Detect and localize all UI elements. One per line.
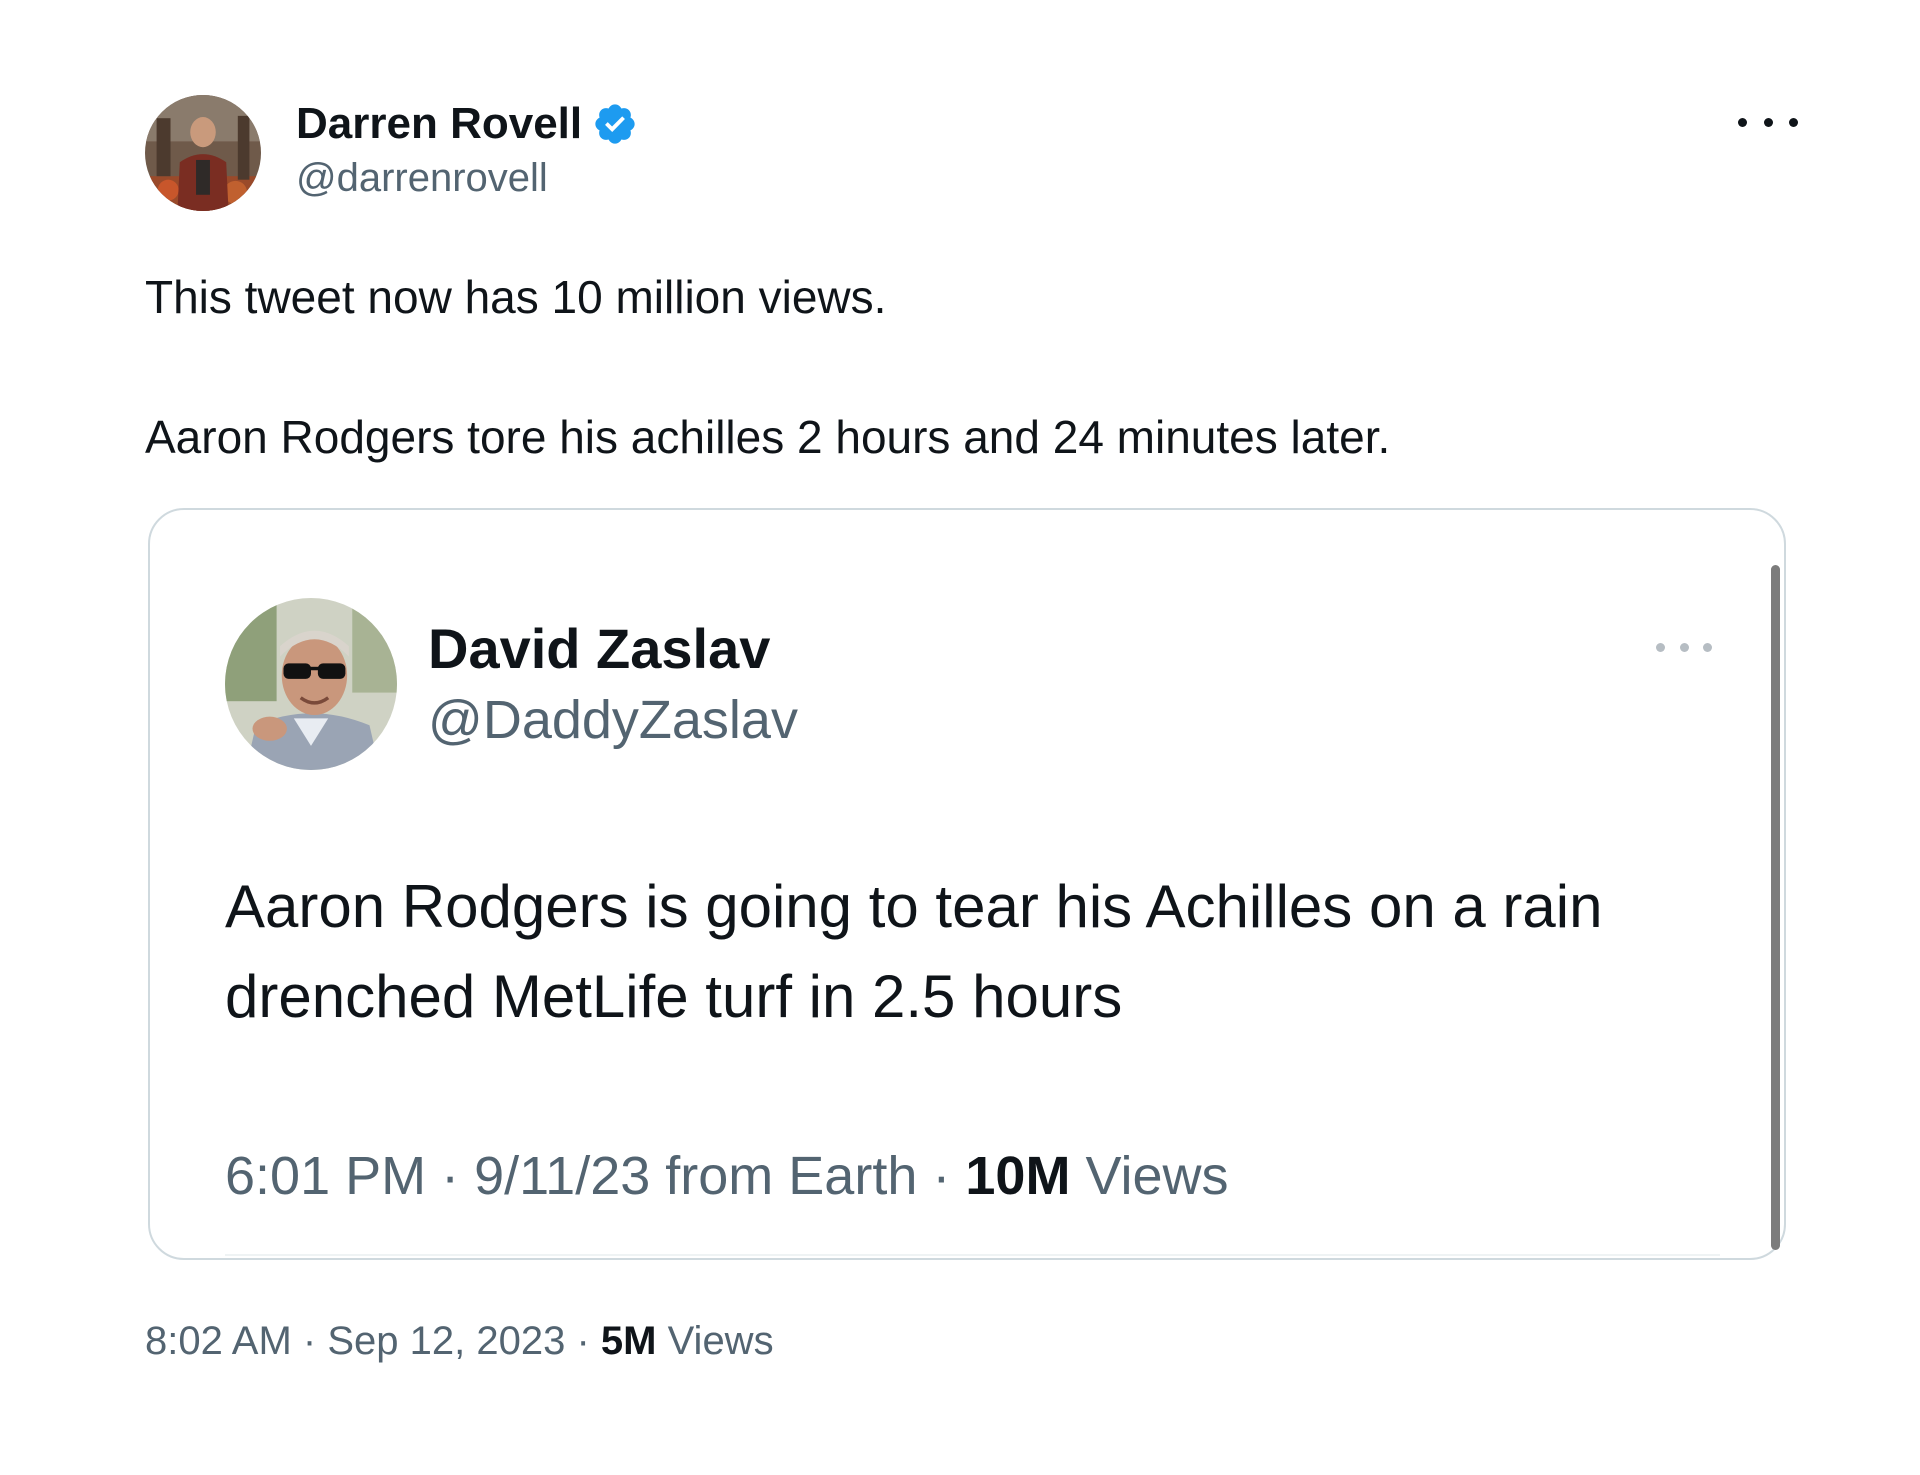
quoted-divider bbox=[225, 1254, 1720, 1256]
tweet-text-line: This tweet now has 10 million views. bbox=[145, 271, 887, 323]
quoted-author-display-name[interactable]: David Zaslav bbox=[428, 618, 770, 680]
views-label[interactable]: Views bbox=[668, 1319, 774, 1363]
quoted-tweet-date[interactable]: 9/11/23 from Earth bbox=[474, 1146, 917, 1206]
quoted-tweet-time[interactable]: 6:01 PM bbox=[225, 1146, 426, 1206]
author-handle[interactable]: @darrenrovell bbox=[296, 156, 548, 200]
separator-dot: · bbox=[302, 1319, 328, 1363]
separator-dot: · bbox=[932, 1146, 966, 1206]
more-dot bbox=[1656, 642, 1665, 652]
verified-badge-icon bbox=[592, 101, 638, 147]
more-dot bbox=[1679, 642, 1689, 652]
more-dot bbox=[1763, 117, 1773, 127]
author-display-name-text: Darren Rovell bbox=[296, 99, 583, 148]
quoted-tweet-text-line: drenched MetLife turf in 2.5 hours bbox=[225, 963, 1123, 1030]
separator-dot: · bbox=[576, 1319, 601, 1363]
tweet-date[interactable]: Sep 12, 2023 bbox=[327, 1319, 565, 1363]
tweet-time[interactable]: 8:02 AM bbox=[145, 1319, 292, 1363]
author-avatar[interactable] bbox=[145, 95, 261, 211]
quoted-views-label: Views bbox=[1085, 1146, 1229, 1206]
quoted-author-avatar[interactable] bbox=[225, 598, 397, 770]
quoted-views-count: 10M bbox=[965, 1146, 1071, 1206]
tweet-text-line: Aaron Rodgers tore his achilles 2 hours … bbox=[145, 411, 1391, 463]
separator-dot: · bbox=[441, 1146, 475, 1206]
more-dot bbox=[1789, 117, 1798, 127]
avatar-photo-icon bbox=[225, 598, 397, 770]
tweet-container: Darren Rovell @darrenrovell This tweet n… bbox=[0, 0, 1920, 1475]
quoted-author-handle[interactable]: @DaddyZaslav bbox=[428, 690, 798, 750]
author-display-name[interactable]: Darren Rovell bbox=[296, 100, 638, 148]
avatar-photo-icon bbox=[145, 95, 261, 211]
more-options-icon[interactable] bbox=[1738, 100, 1798, 144]
quoted-tweet-scrollbar[interactable] bbox=[1771, 565, 1780, 1250]
quoted-tweet-text-line: Aaron Rodgers is going to tear his Achil… bbox=[225, 873, 1603, 940]
more-dot bbox=[1703, 642, 1712, 652]
quoted-more-options-icon[interactable] bbox=[1656, 636, 1712, 658]
views-count: 5M bbox=[600, 1319, 657, 1363]
more-dot bbox=[1738, 117, 1747, 127]
tweet-meta: 8:02 AM · Sep 12, 2023 · 5M Views bbox=[145, 1318, 774, 1364]
quoted-tweet-meta: 6:01 PM · 9/11/23 from Earth · 10M Views bbox=[225, 1145, 1229, 1207]
